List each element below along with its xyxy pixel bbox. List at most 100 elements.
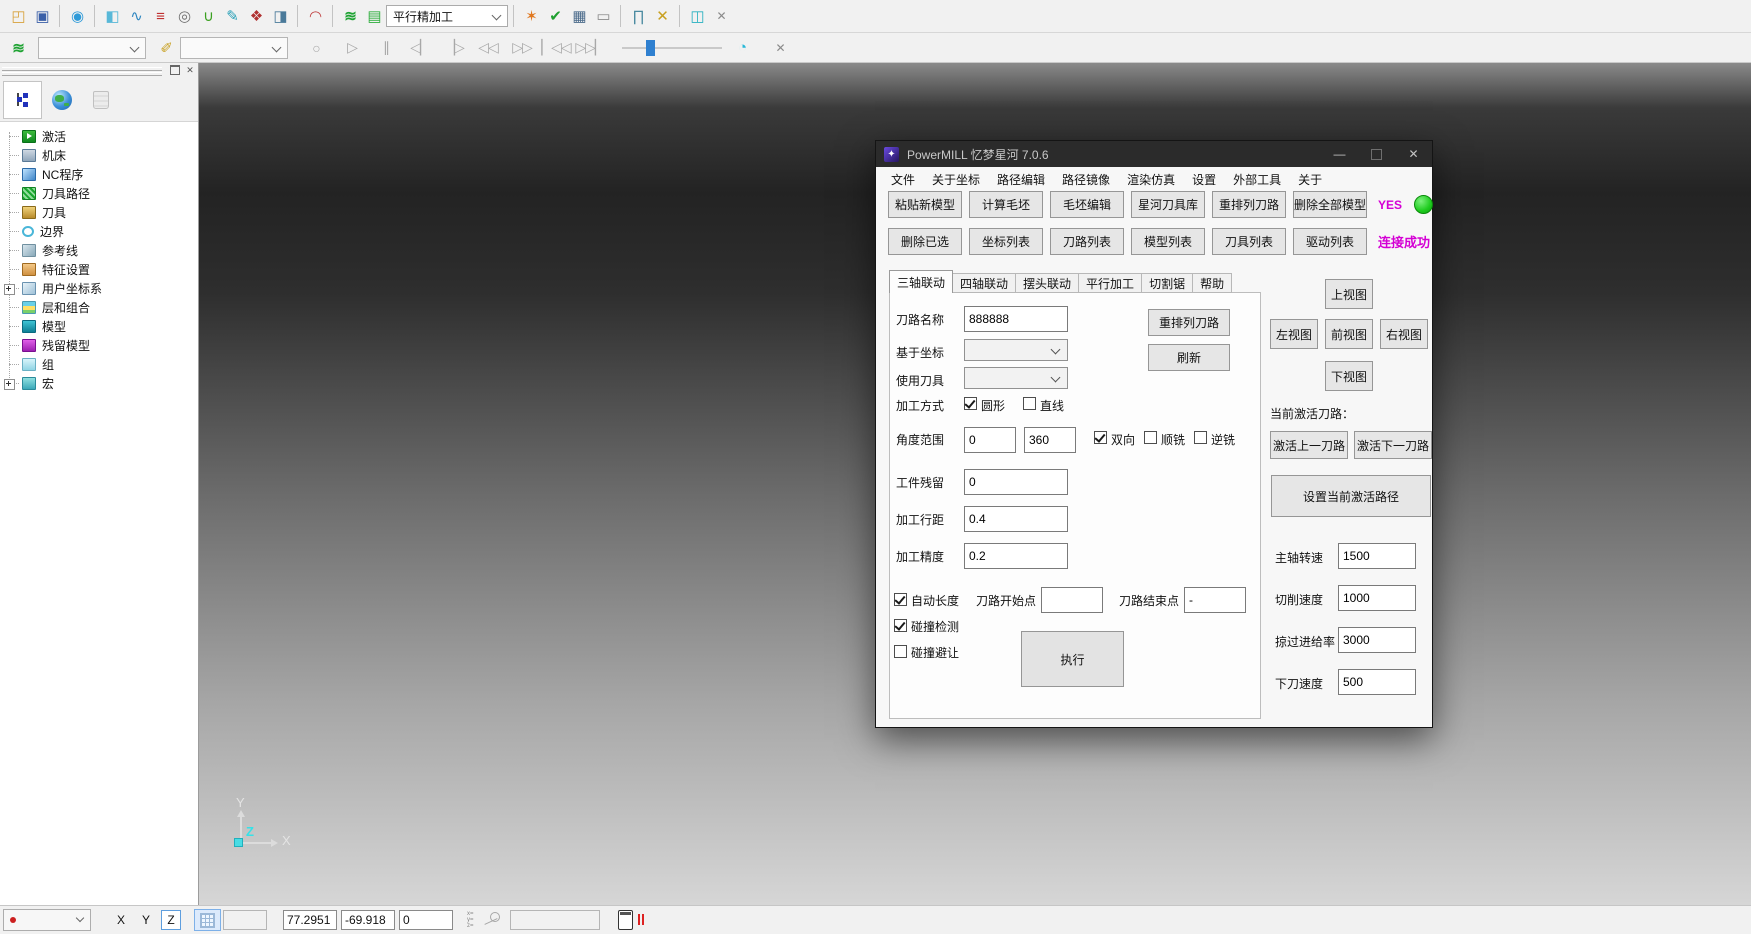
tab-recycle[interactable]	[81, 81, 120, 119]
go-start-icon[interactable]: ▏◁◁	[544, 36, 568, 60]
set-active-path-button[interactable]: 设置当前激活路径	[1271, 475, 1431, 517]
mode-circle-checkbox[interactable]	[964, 397, 977, 410]
tree-item-workplane[interactable]: 用户坐标系	[0, 279, 198, 298]
tab-3axis[interactable]: 三轴联动	[889, 270, 953, 293]
tab-saw[interactable]: 切割锯	[1142, 273, 1193, 293]
coordinate-y-field[interactable]: -69.918	[341, 910, 395, 930]
tab-4axis[interactable]: 四轴联动	[953, 273, 1016, 293]
tree-item-feature[interactable]: 特征设置	[0, 260, 198, 279]
execute-button[interactable]: 执行	[1021, 631, 1124, 687]
step-back-icon[interactable]: ◁▏	[408, 36, 432, 60]
collision-check-checkbox[interactable]	[894, 619, 907, 632]
fast-forward-icon[interactable]: ▷▷	[510, 36, 534, 60]
tab-parallel[interactable]: 平行加工	[1079, 273, 1142, 293]
tree-item-macro[interactable]: 宏	[0, 374, 198, 393]
view-front-button[interactable]: 前视图	[1325, 319, 1373, 349]
refresh-button[interactable]: 刷新	[1148, 344, 1230, 371]
minimize-button[interactable]: —	[1321, 141, 1358, 167]
tool-library-button[interactable]: 星河刀具库	[1131, 191, 1205, 218]
tree-item-toolpaths[interactable]: 刀具路径	[0, 184, 198, 203]
maximize-button[interactable]	[1358, 141, 1395, 167]
menu-path-edit[interactable]: 路径编辑	[993, 169, 1049, 190]
collision-avoid-checkbox[interactable]	[894, 645, 907, 658]
status-dropdown[interactable]	[3, 909, 91, 931]
step-forward-icon[interactable]: ▕▷	[442, 36, 466, 60]
coordinate-z-field[interactable]: 0	[399, 910, 453, 930]
angle-to-input[interactable]	[1024, 427, 1076, 453]
stock-input[interactable]	[964, 469, 1068, 495]
raster-path-icon[interactable]: ∿	[124, 4, 148, 28]
rearrange-toolpaths-button[interactable]: 重排列刀路	[1212, 191, 1286, 218]
ball-tool-icon[interactable]: ◎	[172, 4, 196, 28]
simulation-speed-slider[interactable]	[622, 39, 722, 57]
strategy-dropdown[interactable]: 平行精加工	[386, 5, 508, 27]
menu-about[interactable]: 关于	[1294, 169, 1326, 190]
toolpath-name-input[interactable]	[964, 306, 1068, 332]
save-project-icon[interactable]: ▣	[30, 4, 54, 28]
climb-checkbox[interactable]	[1144, 431, 1157, 444]
open-project-icon[interactable]: ◰	[6, 4, 30, 28]
expand-icon[interactable]	[4, 284, 15, 295]
transform-icon[interactable]: ✕	[650, 4, 674, 28]
edit-stock-button[interactable]: 毛坯编辑	[1050, 191, 1124, 218]
axis-y-toggle[interactable]: Y	[136, 910, 156, 930]
view-left-button[interactable]: 左视图	[1270, 319, 1318, 349]
toolpath-spring-icon[interactable]: ≋	[338, 4, 362, 28]
model-list-button[interactable]: 模型列表	[1131, 228, 1205, 255]
tab-web[interactable]	[42, 81, 81, 119]
close-button[interactable]: ✕	[1395, 141, 1432, 167]
cutting-speed-input[interactable]	[1338, 585, 1416, 611]
tolerance-input[interactable]	[964, 543, 1068, 569]
tool-pair-icon[interactable]: ∏	[626, 4, 650, 28]
database-icon[interactable]: ◫	[685, 4, 709, 28]
axis-z-toggle[interactable]: Z	[161, 910, 181, 930]
coordinate-x-field[interactable]: 77.2951	[283, 910, 337, 930]
play-icon[interactable]: ▷	[340, 36, 364, 60]
base-coord-dropdown[interactable]	[964, 339, 1068, 361]
rewind-icon[interactable]: ◁◁	[476, 36, 500, 60]
pause-icon[interactable]: ∥	[374, 36, 398, 60]
activate-prev-button[interactable]: 激活上一刀路	[1270, 431, 1348, 459]
spindle-speed-input[interactable]	[1338, 543, 1416, 569]
plunge-speed-input[interactable]	[1338, 669, 1416, 695]
menu-settings[interactable]: 设置	[1188, 169, 1220, 190]
slider-handle[interactable]	[646, 40, 655, 56]
points-icon[interactable]: ❖	[244, 4, 268, 28]
limits-icon[interactable]: ≡	[148, 4, 172, 28]
toolpath-dropdown[interactable]	[38, 37, 146, 59]
tool-dropdown[interactable]	[180, 37, 288, 59]
block-icon[interactable]: ◧	[100, 4, 124, 28]
tool-list-button[interactable]: 刀具列表	[1212, 228, 1286, 255]
strategy-list-icon[interactable]: ▤	[362, 4, 386, 28]
close-toolbar-icon[interactable]: ✕	[709, 4, 733, 28]
coord-list-button[interactable]: 坐标列表	[969, 228, 1043, 255]
tree-item-group[interactable]: 组	[0, 355, 198, 374]
rest-machining-icon[interactable]: ◨	[268, 4, 292, 28]
menu-coords[interactable]: 关于坐标	[928, 169, 984, 190]
snap-field[interactable]	[223, 910, 267, 930]
shaded-view-icon[interactable]: ◉	[65, 4, 89, 28]
tab-help[interactable]: 帮助	[1193, 273, 1232, 293]
stepover-input[interactable]	[964, 506, 1068, 532]
burn-icon[interactable]: ✶	[519, 4, 543, 28]
panel-grip[interactable]: ✕	[0, 63, 198, 79]
menu-render-sim[interactable]: 渲染仿真	[1123, 169, 1179, 190]
tree-item-activate[interactable]: 激活	[0, 127, 198, 146]
use-tool-dropdown[interactable]	[964, 367, 1068, 389]
tab-explorer-tree[interactable]	[3, 81, 42, 119]
auto-length-checkbox[interactable]	[894, 593, 907, 606]
go-end-icon[interactable]: ▷▷▏	[578, 36, 602, 60]
groove-icon[interactable]: ∪	[196, 4, 220, 28]
menu-file[interactable]: 文件	[887, 169, 919, 190]
bidirectional-checkbox[interactable]	[1094, 431, 1107, 444]
angle-from-input[interactable]	[964, 427, 1016, 453]
tree-item-levels[interactable]: 层和组合	[0, 298, 198, 317]
rapid-feed-input[interactable]	[1338, 627, 1416, 653]
tree-item-machine[interactable]: 机床	[0, 146, 198, 165]
speed-icon[interactable]: ◔	[730, 36, 754, 60]
calculator-icon[interactable]: ▦	[567, 4, 591, 28]
tree-item-stock-model[interactable]: 残留模型	[0, 336, 198, 355]
tree-item-nc-program[interactable]: NC程序	[0, 165, 198, 184]
paste-model-button[interactable]: 粘贴新模型	[888, 191, 962, 218]
grid-toggle-button[interactable]	[194, 909, 221, 931]
